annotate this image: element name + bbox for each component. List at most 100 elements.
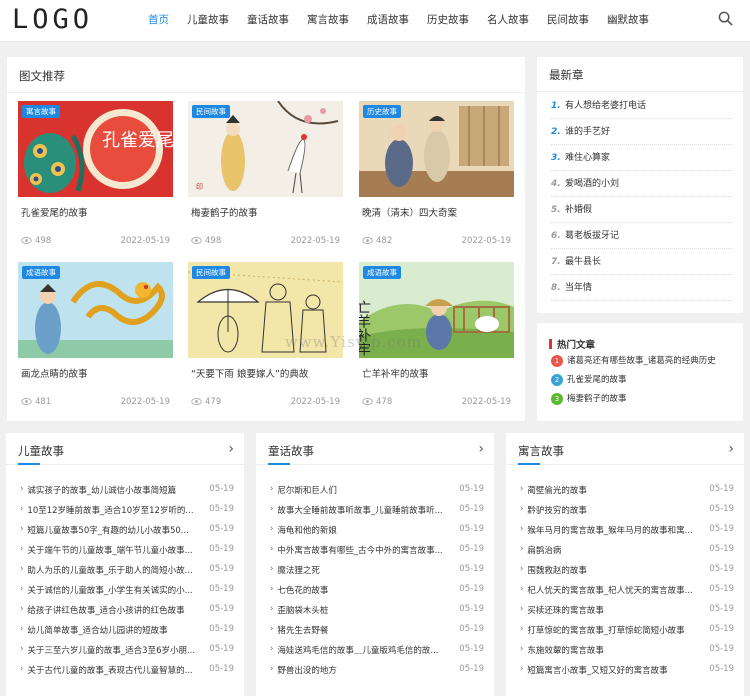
list-item[interactable]: › 黔驴技穷的故事 05-19: [520, 504, 734, 516]
list-item[interactable]: › 10至12岁睡前故事_适合10岁至12岁听的... 05-19: [20, 504, 234, 516]
list-item[interactable]: › 关于古代儿童的故事_表现古代儿童智慧的... 05-19: [20, 664, 234, 676]
list-item[interactable]: › 扁鹊治病 05-19: [520, 544, 734, 556]
list-item-title[interactable]: 蔺壁偷光的故事: [527, 484, 703, 496]
nav-item[interactable]: 民间故事: [547, 0, 589, 42]
list-item[interactable]: › 助人为乐的儿童故事_乐于助人的简短小故... 05-19: [20, 564, 234, 576]
latest-item[interactable]: 1. 有人想给老婆打电话: [551, 93, 733, 119]
list-item-title[interactable]: 10至12岁睡前故事_适合10岁至12岁听的...: [27, 504, 203, 516]
list-item-title[interactable]: 关于古代儿童的故事_表现古代儿童智慧的...: [27, 664, 203, 676]
hot-item[interactable]: 1 诸葛亮还有哪些故事_诸葛亮的经典历史: [551, 354, 716, 367]
category-title[interactable]: 童话故事: [268, 443, 314, 459]
list-item-title[interactable]: 短篇儿童故事50字_有趣的幼儿小故事50...: [27, 524, 203, 536]
list-item[interactable]: › 关于诚信的儿童故事_小学生有关诚实的小... 05-19: [20, 584, 234, 596]
list-item-title[interactable]: 扁鹊治病: [527, 544, 703, 556]
card-tag[interactable]: 民间故事: [192, 266, 230, 279]
list-item-title[interactable]: 围魏救赵的故事: [527, 564, 703, 576]
list-item-title[interactable]: 东施效颦的寓言故事: [527, 644, 703, 656]
site-logo[interactable]: LOGO: [12, 4, 93, 35]
list-item-title[interactable]: 打草惊蛇的寓言故事_打草惊蛇简短小故事: [527, 624, 703, 636]
list-item[interactable]: › 海娃送鸡毛信的故事＿儿童版鸡毛信的故... 05-19: [270, 644, 484, 656]
featured-card[interactable]: 印 民间故事 梅妻鹤子的故事 498 2022-05-19: [188, 101, 343, 246]
card-tag[interactable]: 历史故事: [363, 105, 401, 118]
list-item-title[interactable]: 关于三至六岁儿童的故事_适合3至6岁小朋...: [27, 644, 203, 656]
card-image[interactable]: 孔雀爱尾 寓言故事: [18, 101, 173, 197]
category-title[interactable]: 儿童故事: [18, 443, 64, 459]
list-item[interactable]: › 幼儿简单故事_适合幼儿园讲的短故事 05-19: [20, 624, 234, 636]
list-item-title[interactable]: 幼儿简单故事_适合幼儿园讲的短故事: [27, 624, 203, 636]
card-title[interactable]: “天要下雨 娘要嫁人”的典故: [191, 366, 308, 380]
list-item-title[interactable]: 关于端午节的儿童故事_端午节儿童小故事...: [27, 544, 203, 556]
list-item[interactable]: › 尼尔斯和巨人们 05-19: [270, 484, 484, 496]
list-item[interactable]: › 歪脑袋木头桩 05-19: [270, 604, 484, 616]
list-item[interactable]: › 杞人忧天的寓言故事_杞人忧天的寓言故事... 05-19: [520, 584, 734, 596]
card-image[interactable]: 历史故事: [359, 101, 514, 197]
nav-item[interactable]: 首页: [148, 0, 169, 42]
list-item-title[interactable]: 中外寓言故事有哪些_古今中外的寓言故事...: [277, 544, 453, 556]
list-item[interactable]: › 中外寓言故事有哪些_古今中外的寓言故事... 05-19: [270, 544, 484, 556]
list-item-title[interactable]: 诚实孩子的故事_幼儿诚信小故事简短篇: [27, 484, 203, 496]
list-item-title[interactable]: 猪先生去野餐: [277, 624, 453, 636]
latest-item[interactable]: 2. 谁的手艺好: [551, 119, 733, 145]
featured-card[interactable]: 孔雀爱尾 寓言故事 孔雀爱尾的故事 498 2022-05-19: [18, 101, 173, 246]
latest-item[interactable]: 5. 补婚假: [551, 197, 733, 223]
list-item[interactable]: › 给孩子讲红色故事_适合小孩讲的红色故事 05-19: [20, 604, 234, 616]
hot-item[interactable]: 2 孔雀爱尾的故事: [551, 373, 627, 386]
list-item[interactable]: › 故事大全睡前故事听故事_儿童睡前故事听... 05-19: [270, 504, 484, 516]
list-item[interactable]: › 诚实孩子的故事_幼儿诚信小故事简短篇 05-19: [20, 484, 234, 496]
card-tag[interactable]: 成语故事: [22, 266, 60, 279]
list-item[interactable]: › 打草惊蛇的寓言故事_打草惊蛇简短小故事 05-19: [520, 624, 734, 636]
latest-item[interactable]: 3. 难住心算家: [551, 145, 733, 171]
latest-item[interactable]: 7. 最牛县长: [551, 249, 733, 275]
hot-item[interactable]: 3 梅妻鹤子的故事: [551, 392, 627, 405]
list-item[interactable]: › 猪先生去野餐 05-19: [270, 624, 484, 636]
list-item-title[interactable]: 助人为乐的儿童故事_乐于助人的简短小故...: [27, 564, 203, 576]
card-title[interactable]: 画龙点睛的故事: [21, 366, 88, 380]
list-item[interactable]: › 围魏救赵的故事 05-19: [520, 564, 734, 576]
more-chevron-icon[interactable]: ›: [728, 441, 734, 457]
nav-item[interactable]: 历史故事: [427, 0, 469, 42]
list-item[interactable]: › 七色花的故事 05-19: [270, 584, 484, 596]
nav-item[interactable]: 儿童故事: [187, 0, 229, 42]
list-item[interactable]: › 关于三至六岁儿童的故事_适合3至6岁小朋... 05-19: [20, 644, 234, 656]
card-tag[interactable]: 成语故事: [363, 266, 401, 279]
card-tag[interactable]: 民间故事: [192, 105, 230, 118]
list-item[interactable]: › 海龟和他的新娘 05-19: [270, 524, 484, 536]
list-item[interactable]: › 蔺壁偷光的故事 05-19: [520, 484, 734, 496]
list-item-title[interactable]: 海娃送鸡毛信的故事＿儿童版鸡毛信的故...: [277, 644, 453, 656]
list-item[interactable]: › 东施效颦的寓言故事 05-19: [520, 644, 734, 656]
list-item[interactable]: › 魔法狸之死 05-19: [270, 564, 484, 576]
latest-item[interactable]: 8. 当年情: [551, 275, 733, 301]
list-item-title[interactable]: 七色花的故事: [277, 584, 453, 596]
list-item-title[interactable]: 歪脑袋木头桩: [277, 604, 453, 616]
card-title[interactable]: 孔雀爱尾的故事: [21, 205, 88, 219]
card-title[interactable]: 梅妻鹤子的故事: [191, 205, 258, 219]
list-item-title[interactable]: 杞人忧天的寓言故事_杞人忧天的寓言故事...: [527, 584, 703, 596]
latest-item[interactable]: 4. 爱喝酒的小刘: [551, 171, 733, 197]
more-chevron-icon[interactable]: ›: [478, 441, 484, 457]
list-item[interactable]: › 猴年马月的寓言故事_猴年马月的故事和寓... 05-19: [520, 524, 734, 536]
list-item-title[interactable]: 魔法狸之死: [277, 564, 453, 576]
list-item-title[interactable]: 短篇寓言小故事_又短又好的寓言故事: [527, 664, 703, 676]
nav-item[interactable]: 成语故事: [367, 0, 409, 42]
search-icon[interactable]: [718, 11, 733, 26]
list-item[interactable]: › 短篇儿童故事50字_有趣的幼儿小故事50... 05-19: [20, 524, 234, 536]
featured-card[interactable]: 历史故事 晚清（清末）四大奇案 482 2022-05-19: [359, 101, 514, 246]
nav-item[interactable]: 幽默故事: [607, 0, 649, 42]
latest-item[interactable]: 6. 葛老板拔牙记: [551, 223, 733, 249]
list-item-title[interactable]: 买椟还珠的寓言故事: [527, 604, 703, 616]
list-item-title[interactable]: 海龟和他的新娘: [277, 524, 453, 536]
list-item[interactable]: › 买椟还珠的寓言故事 05-19: [520, 604, 734, 616]
nav-item[interactable]: 童话故事: [247, 0, 289, 42]
list-item-title[interactable]: 猴年马月的寓言故事_猴年马月的故事和寓...: [527, 524, 703, 536]
more-chevron-icon[interactable]: ›: [228, 441, 234, 457]
list-item-title[interactable]: 尼尔斯和巨人们: [277, 484, 453, 496]
card-title[interactable]: 晚清（清末）四大奇案: [362, 205, 457, 219]
nav-item[interactable]: 名人故事: [487, 0, 529, 42]
list-item-title[interactable]: 故事大全睡前故事听故事_儿童睡前故事听...: [277, 504, 453, 516]
list-item[interactable]: › 短篇寓言小故事_又短又好的寓言故事 05-19: [520, 664, 734, 676]
list-item-title[interactable]: 给孩子讲红色故事_适合小孩讲的红色故事: [27, 604, 203, 616]
card-image[interactable]: 印 民间故事: [188, 101, 343, 197]
list-item-title[interactable]: 关于诚信的儿童故事_小学生有关诚实的小...: [27, 584, 203, 596]
list-item-title[interactable]: 黔驴技穷的故事: [527, 504, 703, 516]
card-image[interactable]: 成语故事: [18, 262, 173, 358]
